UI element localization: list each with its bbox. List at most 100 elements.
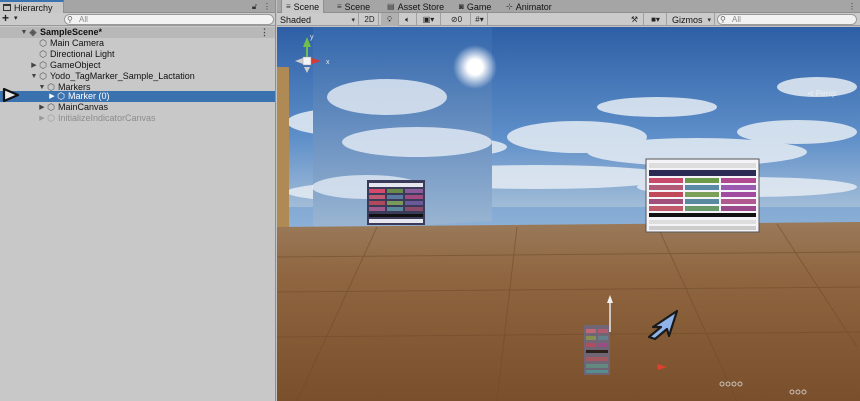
tree-row-marker-0[interactable]: ▶ ⬡ Marker (0): [0, 91, 275, 102]
chevron-down-icon: ▾: [351, 16, 355, 24]
unity-scene-icon: ◈: [29, 27, 37, 37]
tab-label: Scene: [293, 1, 320, 12]
tree-row-label: Marker (0): [68, 91, 110, 101]
search-icon: ⚲: [720, 15, 726, 24]
more-options-icon[interactable]: ⋮: [263, 2, 271, 11]
gameobject-cube-icon: ⬡: [39, 60, 47, 70]
hierarchy-window-icon: [3, 4, 11, 11]
gameobject-cube-icon: ⬡: [39, 38, 47, 48]
tab-hierarchy-label: Hierarchy: [14, 2, 53, 13]
tree-row-label: Directional Light: [50, 49, 115, 59]
effects-dropdown[interactable]: ▣▾: [417, 13, 441, 26]
camera-dropdown[interactable]: ■▾: [645, 13, 667, 26]
gameobject-cube-icon: ⬡: [39, 49, 47, 59]
chevron-down-icon: ▾: [14, 15, 18, 22]
menu-icon: ≡: [286, 2, 291, 11]
scene-toolbar: Shaded ▾ 2D 💡︎ 🔈︎ ▣▾ ⊘ 0 #▾ ⚒ ■▾ Gizmos …: [277, 13, 860, 26]
tree-row-label: InitializeIndicatorCanvas: [58, 113, 156, 123]
hidden-count: 0: [457, 15, 463, 24]
hierarchy-tree: ▼ ◈ SampleScene* ⋮ ⬡ Main Camera ⬡ Direc…: [0, 27, 275, 401]
scene-menu-icon[interactable]: ⋮: [260, 27, 269, 38]
gizmos-label: Gizmos: [672, 14, 703, 25]
annotation-pointer-icon: [2, 87, 20, 103]
orientation-gizmo[interactable]: y x: [277, 27, 337, 97]
more-options-icon[interactable]: ⋮: [848, 2, 856, 11]
scene-tab-actions: ⋮: [848, 2, 856, 11]
hierarchy-search-input[interactable]: ⚲ All: [64, 14, 274, 25]
axis-x-label: x: [326, 59, 330, 66]
tree-row-label: GameObject: [50, 60, 101, 70]
gameobject-cube-icon: ⬡: [47, 102, 55, 112]
tree-row-initialize-indicator-canvas[interactable]: ▶ ⬡ InitializeIndicatorCanvas: [0, 113, 275, 124]
create-add-button[interactable]: + ▾: [2, 12, 22, 25]
collapsed-arrow-icon[interactable]: ▶: [38, 113, 46, 124]
grid-icon: #▾: [475, 15, 484, 24]
tab-asset-store[interactable]: ▤ Asset Store: [383, 0, 448, 13]
menu-icon: ≡: [337, 2, 342, 11]
toggle-2d-label: 2D: [364, 15, 375, 24]
gamepad-icon: ◙: [459, 2, 464, 11]
tree-row-gameobject[interactable]: ▶ ⬡ GameObject: [0, 60, 275, 71]
selected-marker-object: [584, 325, 610, 375]
scene-search-placeholder: All: [732, 15, 741, 24]
draw-mode-dropdown[interactable]: Shaded ▾: [277, 13, 359, 26]
search-icon: ⚲: [67, 15, 73, 24]
marker-panel-near: [645, 158, 760, 233]
hierarchy-tabbar: Hierarchy 🔓︎ ⋮: [0, 0, 275, 13]
wrench-icon: ⚒: [630, 15, 639, 24]
tree-row-main-camera[interactable]: ⬡ Main Camera: [0, 38, 275, 49]
tree-row-label: Main Camera: [50, 38, 105, 48]
scene-render: [277, 27, 860, 401]
lightbulb-icon: 💡︎: [386, 14, 393, 24]
effects-icon: ▣▾: [422, 15, 435, 24]
projection-toggle[interactable]: ⊲ Persp: [807, 89, 837, 98]
scene-search-input[interactable]: ⚲ All: [717, 14, 857, 25]
gizmos-dropdown[interactable]: Gizmos ▾: [669, 13, 715, 26]
hierarchy-search-placeholder: All: [79, 15, 88, 24]
scene-viewport[interactable]: y x ⊲ Persp: [277, 27, 860, 401]
eye-slash-icon: ⊘: [450, 15, 458, 24]
tab-scene-active[interactable]: ≡ Scene: [281, 0, 325, 13]
tab-label: Game: [466, 1, 492, 12]
store-bag-icon: ▤: [387, 2, 395, 11]
axis-y-label: y: [310, 34, 314, 41]
expand-arrow-icon[interactable]: ▼: [20, 27, 28, 38]
camera-icon: ■▾: [651, 15, 660, 24]
floor: [277, 222, 860, 401]
tree-row-label: MainCanvas: [58, 102, 109, 112]
tree-row-directional-light[interactable]: ⬡ Directional Light: [0, 49, 275, 60]
tree-row-scene[interactable]: ▼ ◈ SampleScene* ⋮: [0, 27, 275, 38]
tree-row-label: SampleScene*: [40, 27, 103, 37]
lock-icon[interactable]: 🔓︎: [252, 2, 257, 11]
hierarchy-panel: Hierarchy 🔓︎ ⋮ + ▾ ⚲ All ▼ ◈ SampleScene*…: [0, 0, 276, 401]
toggle-2d-button[interactable]: 2D: [361, 13, 379, 26]
tab-scene[interactable]: ≡ Scene: [333, 0, 374, 13]
chevron-down-icon: ▾: [707, 16, 711, 24]
hidden-objects-toggle[interactable]: ⊘ 0: [443, 13, 471, 26]
marker-panel-far: [367, 180, 425, 225]
tab-hierarchy[interactable]: Hierarchy: [0, 0, 64, 13]
collapsed-arrow-icon[interactable]: ▶: [30, 60, 38, 71]
tab-animator[interactable]: ⊹ Animator: [502, 0, 556, 13]
tree-row-main-canvas[interactable]: ▶ ⬡ MainCanvas: [0, 102, 275, 113]
tree-row-tagmarker-sample[interactable]: ▼ ⬡ Yodo_TagMarker_Sample_Lactation: [0, 71, 275, 82]
expand-arrow-icon[interactable]: ▼: [30, 71, 38, 82]
perspective-icon: ⊲: [807, 89, 814, 98]
animator-icon: ⊹: [506, 2, 513, 11]
hierarchy-toolbar: + ▾ ⚲ All: [0, 12, 275, 26]
tools-button[interactable]: ⚒: [626, 13, 644, 26]
tree-row-label: Yodo_TagMarker_Sample_Lactation: [50, 71, 195, 81]
collapsed-arrow-icon[interactable]: ▶: [48, 91, 56, 102]
tab-game[interactable]: ◙ Game: [455, 0, 495, 13]
draw-mode-value: Shaded: [280, 14, 312, 25]
grid-dropdown[interactable]: #▾: [472, 13, 488, 26]
audio-toggle-button[interactable]: 🔈︎: [399, 13, 417, 26]
persp-label: Persp: [815, 89, 837, 98]
gameobject-cube-icon: ⬡: [47, 113, 55, 123]
lighting-toggle-button[interactable]: 💡︎: [381, 13, 399, 26]
scene-tabbar: ≡ Scene ≡ Scene ▤ Asset Store ◙ Game ⊹ A…: [277, 0, 860, 13]
gameobject-cube-icon: ⬡: [39, 71, 47, 81]
scene-panel: ≡ Scene ≡ Scene ▤ Asset Store ◙ Game ⊹ A…: [277, 0, 860, 401]
collapsed-arrow-icon[interactable]: ▶: [38, 102, 46, 113]
speaker-icon: 🔈︎: [405, 14, 410, 24]
